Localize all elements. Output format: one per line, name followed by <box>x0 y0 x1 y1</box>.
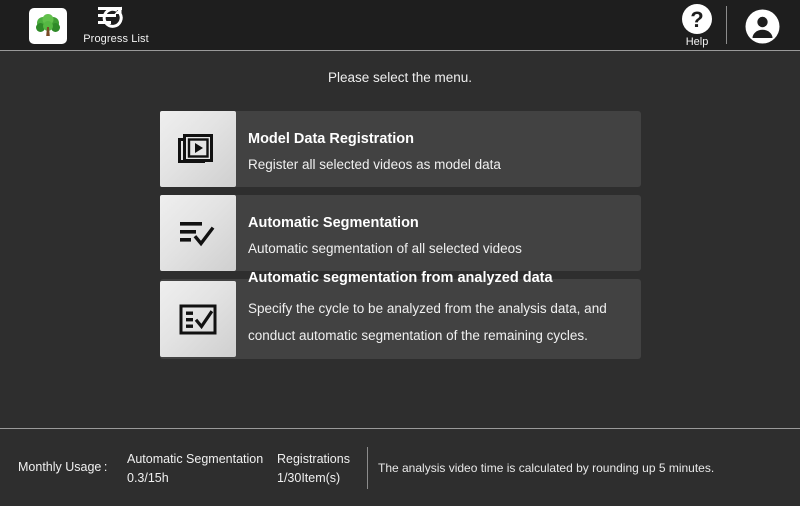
usage-item-automatic-segmentation: Automatic Segmentation 0.3/15h <box>127 450 263 488</box>
menu-item-title: Automatic segmentation from analyzed dat… <box>248 270 553 286</box>
main-content: Please select the menu. Model Data Regis… <box>0 51 800 428</box>
svg-text:?: ? <box>690 7 703 32</box>
user-account-icon <box>744 8 781 45</box>
menu-item-auto-segmentation-from-analyzed-data[interactable]: Automatic segmentation from analyzed dat… <box>160 271 641 379</box>
footer-note: The analysis video time is calculated by… <box>378 461 715 475</box>
video-stack-play-icon <box>160 111 236 187</box>
app-window: Progress List ? Help Please select the m… <box>0 0 800 506</box>
list-check-icon <box>160 195 236 271</box>
menu-item-description: Specify the cycle to be analyzed from th… <box>248 300 607 343</box>
menu-list: Model Data Registration Register all sel… <box>160 111 641 379</box>
app-header: Progress List ? Help <box>0 0 800 51</box>
tile-text: Automatic segmentation from analyzed dat… <box>248 271 633 349</box>
header-vertical-divider <box>726 6 727 44</box>
tree-logo-icon <box>35 14 61 38</box>
footer-vertical-divider <box>367 447 368 489</box>
usage-item-value: 0.3/15h <box>127 471 169 485</box>
user-account-button[interactable] <box>744 8 781 45</box>
tile-text: Model Data Registration Register all sel… <box>248 132 633 171</box>
usage-item-name: Registrations <box>277 452 350 466</box>
usage-item-name: Automatic Segmentation <box>127 452 264 466</box>
app-logo[interactable] <box>29 8 67 44</box>
menu-item-title: Model Data Registration <box>248 131 414 147</box>
menu-item-title: Automatic Segmentation <box>248 215 419 231</box>
help-button[interactable]: ? Help <box>676 3 718 50</box>
progress-list-button[interactable]: Progress List <box>82 3 150 49</box>
usage-item-value: 1/30Item(s) <box>277 471 341 485</box>
menu-item-model-data-registration[interactable]: Model Data Registration Register all sel… <box>160 111 641 187</box>
progress-list-label: Progress List <box>83 33 149 45</box>
menu-item-automatic-segmentation[interactable]: Automatic Segmentation Automatic segment… <box>160 195 641 271</box>
help-question-icon: ? <box>681 3 713 35</box>
checklist-box-icon <box>160 281 236 357</box>
tile-text: Automatic Segmentation Automatic segment… <box>248 216 633 255</box>
menu-item-description: Automatic segmentation of all selected v… <box>248 240 522 256</box>
status-bar: Monthly Usage : Automatic Segmentation 0… <box>0 428 800 506</box>
progress-list-icon <box>96 5 136 32</box>
page-title: Please select the menu. <box>327 70 473 85</box>
help-label: Help <box>685 36 709 48</box>
menu-item-description: Register all selected videos as model da… <box>248 156 501 172</box>
usage-item-registrations: Registrations 1/30Item(s) <box>277 450 350 488</box>
monthly-usage-label: Monthly Usage : <box>18 460 108 474</box>
